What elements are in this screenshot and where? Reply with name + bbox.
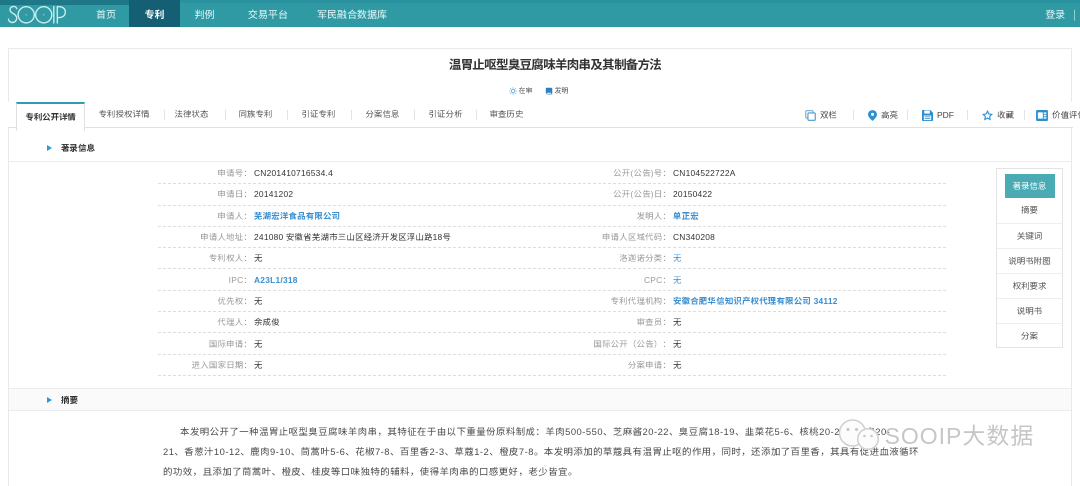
svg-text:SOOIP大数据: SOOIP大数据: [885, 417, 1035, 451]
